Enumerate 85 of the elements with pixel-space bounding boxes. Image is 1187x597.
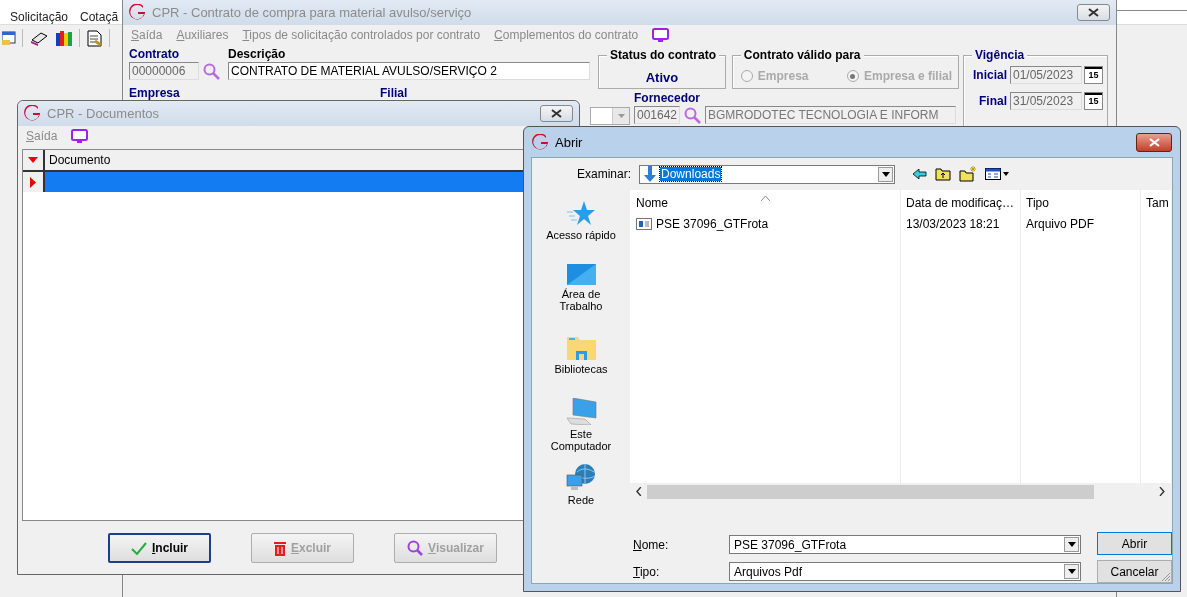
file-icon xyxy=(636,218,652,230)
place-item[interactable]: Este Computador xyxy=(541,398,621,464)
field-label: Inicial xyxy=(973,68,1007,82)
description-field[interactable]: CONTRATO DE MATERIAL AVULSO/SERVIÇO 2 xyxy=(228,62,590,80)
row-pointer-icon xyxy=(30,176,36,188)
window-title: CPR - Contrato de compra para material avulso/serviço xyxy=(152,5,472,20)
view-menu-icon[interactable] xyxy=(985,168,1010,180)
column-header[interactable]: Nome xyxy=(630,196,900,214)
folder-icon xyxy=(566,336,596,360)
column-header[interactable]: Tam xyxy=(1140,196,1170,214)
download-arrow-icon xyxy=(643,166,658,182)
app-logo-icon xyxy=(129,4,146,21)
place-item[interactable]: Acesso rápido xyxy=(541,200,621,264)
caret-icon xyxy=(1067,542,1076,547)
group-title: Vigência xyxy=(972,48,1028,62)
scroll-right-icon[interactable] xyxy=(1159,487,1165,496)
group-title: Status do contrato xyxy=(607,48,719,62)
field-label: Tipo: xyxy=(633,564,661,579)
close-icon xyxy=(551,109,562,118)
window-title: CPR - Documentos xyxy=(47,106,159,121)
file-type-dropdown[interactable]: Arquivos Pdf xyxy=(729,562,1081,581)
file-date: 13/03/2023 18:21 xyxy=(905,217,1001,231)
column-menu-icon[interactable] xyxy=(28,157,38,163)
status-value: Ativo xyxy=(645,70,679,85)
include-button[interactable]: Incluir xyxy=(108,533,211,563)
column-header[interactable]: Tipo xyxy=(1020,196,1140,214)
document-icon[interactable] xyxy=(86,29,103,47)
file-name[interactable]: PSE 37096_GTFrota xyxy=(656,217,769,231)
window-title: Abrir xyxy=(555,134,583,150)
resize-grip-icon[interactable] xyxy=(1161,572,1171,582)
horizontal-scrollbar[interactable] xyxy=(630,483,1171,500)
desktop-icon xyxy=(566,264,596,285)
place-item[interactable]: Rede xyxy=(541,464,621,526)
field-label: Examinar: xyxy=(577,167,632,181)
caret-icon xyxy=(881,171,890,177)
file-type: Arquivo PDF xyxy=(1025,217,1096,231)
scroll-left-icon[interactable] xyxy=(636,487,642,496)
column-header[interactable]: Data de modificaç… xyxy=(900,196,1020,214)
close-icon xyxy=(1088,8,1099,17)
app-logo-icon xyxy=(24,105,41,122)
sort-caret-icon xyxy=(761,196,770,201)
folder-up-icon[interactable] xyxy=(935,167,952,181)
cancel-button[interactable]: Cancelar xyxy=(1097,560,1172,583)
place-item[interactable]: Área de Trabalho xyxy=(541,264,621,336)
supplier-name-field[interactable]: BGMRODOTEC TECNOLOGIA E INFORM xyxy=(705,106,956,124)
menu-item[interactable]: Cotaçã xyxy=(80,10,119,24)
field-label: Empresa xyxy=(129,86,180,100)
field-label: Fornecedor xyxy=(634,91,701,105)
monitor-icon[interactable] xyxy=(71,128,89,144)
field-label: Filial xyxy=(380,86,408,100)
file-name-field[interactable]: PSE 37096_GTFrota xyxy=(729,535,1081,554)
field-label: Contrato xyxy=(129,47,180,61)
back-arrow-icon[interactable] xyxy=(913,169,928,179)
close-button[interactable] xyxy=(1136,132,1172,152)
field-label: Nome: xyxy=(633,537,670,552)
new-folder-icon[interactable] xyxy=(959,166,978,182)
app-logo-icon xyxy=(532,133,549,151)
computer-icon xyxy=(565,398,597,425)
search-icon[interactable] xyxy=(203,62,220,80)
caret-icon xyxy=(617,114,625,118)
monitor-icon[interactable] xyxy=(652,27,670,43)
date-field[interactable]: 01/05/2023 xyxy=(1010,66,1082,84)
date-field[interactable]: 31/05/2023 xyxy=(1010,92,1082,110)
search-icon[interactable] xyxy=(684,106,701,124)
place-item[interactable]: Bibliotecas xyxy=(541,336,621,398)
check-icon xyxy=(131,541,147,555)
calendar-button[interactable]: 15 xyxy=(1084,92,1103,110)
open-button[interactable]: Abrir xyxy=(1097,532,1172,555)
field-label: Descrição xyxy=(228,47,287,61)
eraser-icon[interactable] xyxy=(29,30,49,46)
search-icon xyxy=(407,540,424,556)
supplier-code-field[interactable]: 001642 xyxy=(634,106,680,124)
caret-icon xyxy=(1067,569,1076,574)
group-title: Contrato válido para xyxy=(740,48,864,62)
network-icon xyxy=(566,464,596,491)
trash-icon xyxy=(274,540,286,556)
window-icon[interactable] xyxy=(2,30,16,46)
close-icon xyxy=(1148,137,1160,147)
calendar-button[interactable]: 15 xyxy=(1084,66,1103,84)
contract-number-field[interactable]: 00000006 xyxy=(129,62,199,80)
star-icon xyxy=(567,200,595,226)
menu-item[interactable]: Solicitação xyxy=(10,10,69,24)
folder-dropdown[interactable]: Downloads xyxy=(639,164,896,184)
field-label: Final xyxy=(979,94,1007,108)
books-icon[interactable] xyxy=(55,29,73,47)
